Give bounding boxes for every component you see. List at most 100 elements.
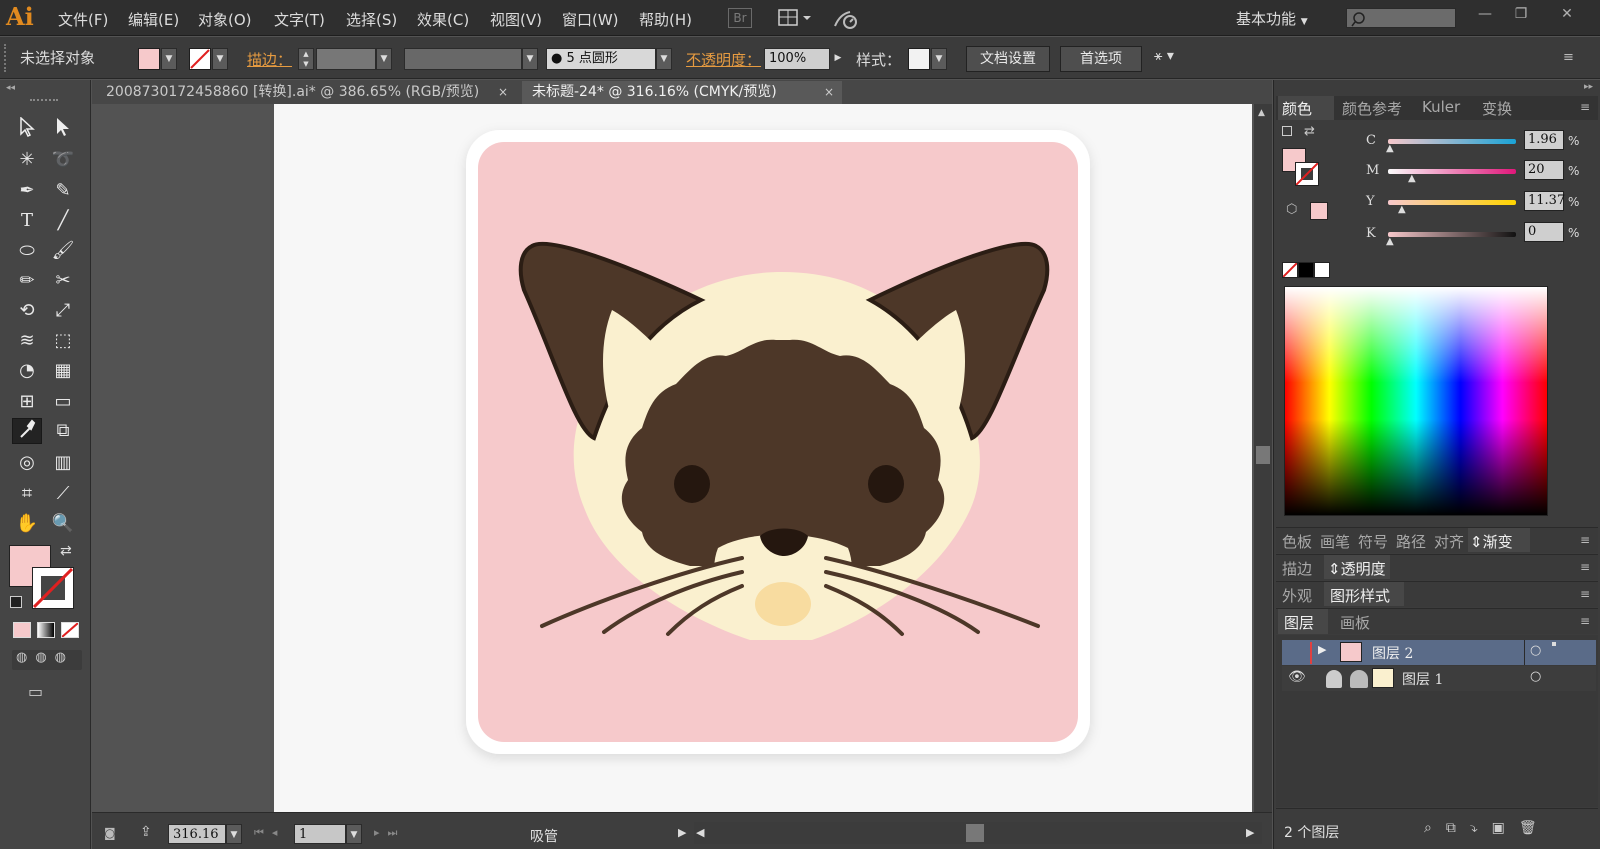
yellow-slider[interactable] (1388, 200, 1516, 205)
tab-pathfinder[interactable]: 路径 (1396, 531, 1426, 552)
scroll-thumb[interactable] (1256, 446, 1270, 464)
perspective-grid-tool-icon[interactable]: ▦ (48, 358, 78, 384)
menu-file[interactable]: 文件(F) (58, 9, 108, 30)
magenta-slider-handle[interactable]: ▲ (1408, 173, 1416, 184)
artboard[interactable] (274, 104, 1252, 812)
horizontal-scrollbar[interactable]: ◀ ▶ (694, 822, 1262, 844)
swatches-panel-menu-icon[interactable]: ≡ (1580, 533, 1590, 547)
close-tab-icon[interactable]: × (498, 81, 508, 103)
shape-builder-tool-icon[interactable]: ◔ (12, 358, 42, 384)
slice-tool-icon[interactable]: ⟋ (48, 481, 78, 507)
share-icon[interactable]: ⇪ (140, 824, 152, 840)
close-tab-icon[interactable]: × (824, 81, 834, 103)
stroke-color-box[interactable] (32, 567, 74, 609)
mesh-tool-icon[interactable]: ⊞ (12, 389, 42, 415)
gradient-mode-button[interactable] (37, 622, 55, 638)
stroke-weight-field[interactable] (316, 48, 376, 70)
out-of-gamut-icon[interactable]: ⬡ (1286, 202, 1297, 217)
color-panel-menu-icon[interactable]: ≡ (1580, 100, 1590, 114)
artboard-nav-prev[interactable]: ⏮◂ (254, 826, 285, 840)
layer-name[interactable]: 图层 2 (1372, 643, 1413, 663)
stroke-swatch[interactable] (189, 48, 211, 70)
target-circle-icon[interactable]: ○ (1530, 643, 1541, 658)
isolate-options-icon[interactable]: ⚹ ▾ (1154, 48, 1198, 70)
opacity-field[interactable]: 100% (764, 48, 830, 70)
screen-mode-icon[interactable]: ▭ (28, 682, 56, 702)
stroke-label-link[interactable]: 描边： (247, 49, 292, 70)
menu-edit[interactable]: 编辑(E) (128, 9, 179, 30)
toolbox-grip[interactable] (30, 99, 58, 102)
expand-triangle-icon[interactable]: ▶ (1318, 643, 1326, 656)
tab-gradient[interactable]: ⇕渐变 (1468, 528, 1530, 552)
tab-color-guide[interactable]: 颜色参考 (1342, 98, 1402, 119)
artboard-nav-next[interactable]: ▸⏭ (374, 826, 405, 840)
layer-row-1[interactable]: 👁 图层 1 ○ (1282, 666, 1596, 691)
opacity-arrow[interactable]: ▶ (830, 48, 846, 70)
fill-swatch[interactable] (138, 48, 160, 70)
column-graph-tool-icon[interactable]: ▥ (48, 450, 78, 476)
tab-appearance[interactable]: 外观 (1282, 585, 1312, 606)
tab-transform[interactable]: 变换 (1482, 98, 1512, 119)
type-tool-icon[interactable]: T (12, 208, 42, 234)
artboard-tool-icon[interactable]: ⌗ (12, 481, 42, 507)
draw-mode-buttons[interactable]: ◍◍◍ (12, 650, 82, 670)
menu-select[interactable]: 选择(S) (346, 9, 397, 30)
stroke-weight-dropdown[interactable]: ▼ (376, 48, 392, 70)
gpu-preview-icon[interactable]: ◙ (104, 826, 116, 840)
eyedropper-tool-icon[interactable] (12, 418, 42, 444)
black-value-field[interactable]: 0 (1524, 222, 1564, 242)
close-window-button[interactable]: ✕ (1552, 4, 1582, 26)
appearance-panel-menu-icon[interactable]: ≡ (1580, 587, 1590, 601)
ellipse-tool-icon[interactable]: ⬭ (12, 238, 42, 264)
white-swatch[interactable] (1314, 262, 1330, 278)
grip-handle[interactable] (4, 44, 10, 72)
cyan-slider[interactable] (1388, 139, 1516, 144)
minimize-button[interactable]: — (1470, 4, 1500, 26)
search-input[interactable] (1346, 8, 1456, 28)
panel-stroke-swatch[interactable] (1295, 162, 1319, 186)
menu-window[interactable]: 窗口(W) (562, 9, 619, 30)
menu-type[interactable]: 文字(T) (274, 9, 325, 30)
opacity-label-link[interactable]: 不透明度： (686, 49, 761, 70)
warp-tool-icon[interactable]: ≋ (12, 328, 42, 354)
lasso-tool-icon[interactable]: ➰ (48, 147, 78, 173)
preferences-button[interactable]: 首选项 (1060, 46, 1142, 72)
swap-colors-icon[interactable]: ⇄ (60, 543, 72, 559)
default-fill-stroke-icon[interactable] (1282, 126, 1292, 136)
pen-tool-icon[interactable]: ✒ (12, 178, 42, 204)
default-colors-icon[interactable] (10, 596, 22, 608)
zoom-dropdown[interactable]: ▼ (226, 824, 242, 844)
tab-align[interactable]: 对齐 (1434, 531, 1464, 552)
stroke-weight-stepper[interactable]: ▲ ▼ (298, 48, 314, 70)
zoom-level-field[interactable]: 316.16 (168, 824, 226, 844)
none-swatch[interactable] (1282, 262, 1298, 278)
black-swatch[interactable] (1298, 262, 1314, 278)
pencil-tool-icon[interactable]: ✏ (12, 268, 42, 294)
tab-stroke[interactable]: 描边 (1282, 558, 1312, 579)
yellow-value-field[interactable]: 11.37 (1524, 191, 1565, 211)
tab-color[interactable]: 颜色 (1278, 96, 1334, 120)
tab-kuler[interactable]: Kuler (1422, 98, 1460, 116)
tab-graphic-styles[interactable]: 图形样式 (1324, 582, 1404, 606)
tab-layers[interactable]: 图层 (1278, 609, 1328, 634)
scissors-tool-icon[interactable]: ✂ (48, 268, 78, 294)
tab-brushes[interactable]: 画笔 (1320, 531, 1350, 552)
target-circle-icon[interactable]: ○ (1530, 669, 1541, 684)
cyan-slider-handle[interactable]: ▲ (1386, 143, 1394, 154)
hscroll-thumb[interactable] (966, 824, 984, 842)
gpu-performance-icon[interactable] (832, 8, 860, 30)
layer-name[interactable]: 图层 1 (1402, 669, 1443, 689)
profile-dropdown[interactable]: ▼ (522, 48, 538, 70)
tab-document-2[interactable]: 未标题-24* @ 316.16% (CMYK/预览) × (522, 81, 842, 104)
tab-swatches[interactable]: 色板 (1282, 531, 1312, 552)
yellow-slider-handle[interactable]: ▲ (1398, 204, 1406, 215)
status-menu-arrow[interactable]: ▶ (678, 826, 686, 839)
tab-transparency[interactable]: ⇕透明度 (1324, 555, 1390, 579)
variable-width-profile[interactable] (404, 48, 522, 70)
tab-symbols[interactable]: 符号 (1358, 531, 1388, 552)
magic-wand-tool-icon[interactable]: ✳ (12, 147, 42, 173)
symbol-sprayer-tool-icon[interactable]: ◎ (12, 450, 42, 476)
menu-effect[interactable]: 效果(C) (417, 9, 469, 30)
color-spectrum[interactable] (1284, 286, 1548, 516)
scroll-right-icon[interactable]: ▶ (1246, 826, 1254, 839)
